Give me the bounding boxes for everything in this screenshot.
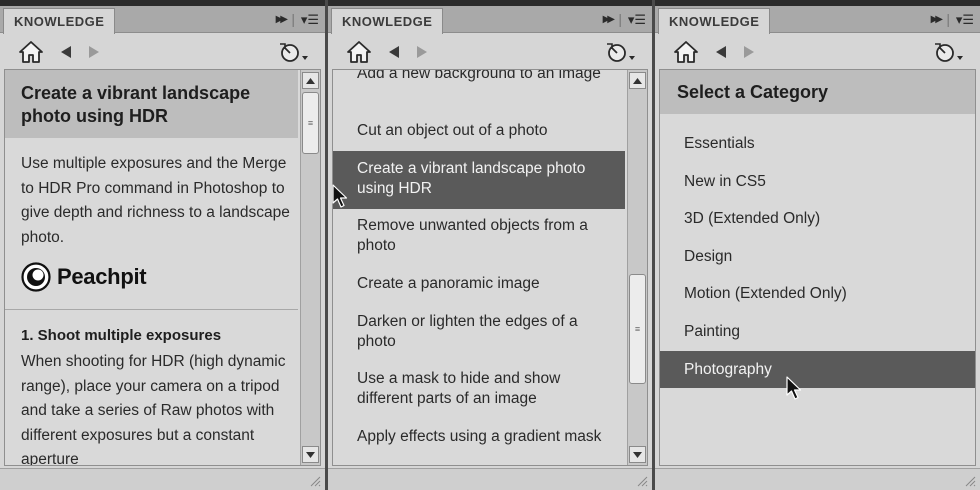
forward-arrow-icon[interactable] <box>739 38 759 66</box>
scroll-up-button[interactable] <box>302 72 319 89</box>
double-arrow-icon[interactable]: ▶▶ <box>603 6 616 33</box>
peachpit-logo-icon <box>21 262 51 292</box>
list-item-selected[interactable]: Create a vibrant landscape photo using H… <box>333 151 625 209</box>
mouse-cursor-icon <box>786 376 802 400</box>
navigation-toolbar <box>328 34 652 70</box>
vertical-scrollbar[interactable]: ≡ <box>627 70 647 465</box>
back-arrow-icon[interactable] <box>384 38 404 66</box>
scroll-down-button[interactable] <box>629 446 646 463</box>
list-item[interactable]: Apply effects using a gradient mask <box>333 427 625 447</box>
history-clock-icon[interactable] <box>930 38 966 66</box>
topic-list[interactable]: Add a new background to an image Cut an … <box>332 69 648 466</box>
article-description: Use multiple exposures and the Merge to … <box>21 155 290 246</box>
scroll-down-button[interactable] <box>302 446 319 463</box>
panel-status-bar <box>655 468 980 490</box>
list-item[interactable]: Add a new background to an image <box>333 70 625 84</box>
list-item[interactable]: Use a mask to hide and show different pa… <box>333 369 625 409</box>
panel-menu-icon[interactable]: ▾☰ <box>628 6 646 33</box>
mouse-cursor-icon <box>332 184 348 208</box>
article-title: Create a vibrant landscape photo using H… <box>5 70 298 138</box>
scroll-up-button[interactable] <box>629 72 646 89</box>
step-title: 1. Shoot multiple exposures <box>21 327 222 344</box>
double-arrow-icon[interactable]: ▶▶ <box>931 6 944 33</box>
category-item[interactable]: Design <box>660 238 975 275</box>
publisher-name: Peachpit <box>57 264 147 289</box>
back-arrow-icon[interactable] <box>711 38 731 66</box>
panel-tab-bar: KNOWLEDGE ▶▶ | ▾☰ <box>0 6 325 34</box>
category-item[interactable]: 3D (Extended Only) <box>660 200 975 237</box>
category-item[interactable]: Essentials <box>660 125 975 162</box>
article-content[interactable]: Create a vibrant landscape photo using H… <box>4 69 321 466</box>
home-icon[interactable] <box>16 38 46 66</box>
scroll-thumb[interactable]: ≡ <box>629 274 646 384</box>
panel-menu-icon[interactable]: ▾☰ <box>301 6 319 33</box>
forward-arrow-icon[interactable] <box>412 38 432 66</box>
step-body: When shooting for HDR (high dynamic rang… <box>21 353 286 466</box>
category-item[interactable]: Motion (Extended Only) <box>660 275 975 312</box>
double-arrow-icon[interactable]: ▶▶ <box>276 6 289 33</box>
knowledge-panel-list: KNOWLEDGE ▶▶ | ▾☰ Add a new background t… <box>328 0 652 490</box>
panel-status-bar <box>0 468 325 490</box>
resize-grip-icon[interactable] <box>636 475 648 487</box>
navigation-toolbar <box>0 34 325 70</box>
category-item[interactable]: Painting <box>660 313 975 350</box>
category-item[interactable]: New in CS5 <box>660 163 975 200</box>
tab-knowledge[interactable]: KNOWLEDGE <box>331 8 444 34</box>
category-header: Select a Category <box>660 70 975 114</box>
home-icon[interactable] <box>344 38 374 66</box>
scroll-thumb[interactable]: ≡ <box>302 92 319 154</box>
panel-status-bar <box>328 468 652 490</box>
category-item-selected[interactable]: Photography <box>660 351 975 388</box>
tab-knowledge[interactable]: KNOWLEDGE <box>658 8 771 34</box>
vertical-scrollbar[interactable]: ≡ <box>300 70 320 465</box>
tab-separator: | <box>946 11 950 27</box>
section-divider <box>5 309 298 310</box>
forward-arrow-icon[interactable] <box>84 38 104 66</box>
knowledge-panel-categories: KNOWLEDGE ▶▶ | ▾☰ Select a Category Esse… <box>655 0 980 490</box>
home-icon[interactable] <box>671 38 701 66</box>
panel-tab-bar: KNOWLEDGE ▶▶ | ▾☰ <box>655 6 980 34</box>
tab-separator: | <box>618 11 622 27</box>
back-arrow-icon[interactable] <box>56 38 76 66</box>
navigation-toolbar <box>655 34 980 70</box>
list-item[interactable]: Remove unwanted objects from a photo <box>333 216 625 256</box>
knowledge-panel-article: KNOWLEDGE ▶▶ | ▾☰ Create a vibrant lands… <box>0 0 325 490</box>
history-clock-icon[interactable] <box>602 38 638 66</box>
category-list[interactable]: Select a Category Essentials New in CS5 … <box>659 69 976 466</box>
resize-grip-icon[interactable] <box>964 475 976 487</box>
tab-separator: | <box>291 11 295 27</box>
history-clock-icon[interactable] <box>275 38 311 66</box>
tab-knowledge[interactable]: KNOWLEDGE <box>3 8 116 34</box>
panel-tab-bar: KNOWLEDGE ▶▶ | ▾☰ <box>328 6 652 34</box>
panel-menu-icon[interactable]: ▾☰ <box>956 6 974 33</box>
resize-grip-icon[interactable] <box>309 475 321 487</box>
list-item[interactable]: Cut an object out of a photo <box>333 121 625 141</box>
list-item[interactable]: Create a panoramic image <box>333 274 625 294</box>
publisher-logo: Peachpit <box>21 262 147 292</box>
list-item[interactable]: Darken or lighten the edges of a photo <box>333 312 625 352</box>
